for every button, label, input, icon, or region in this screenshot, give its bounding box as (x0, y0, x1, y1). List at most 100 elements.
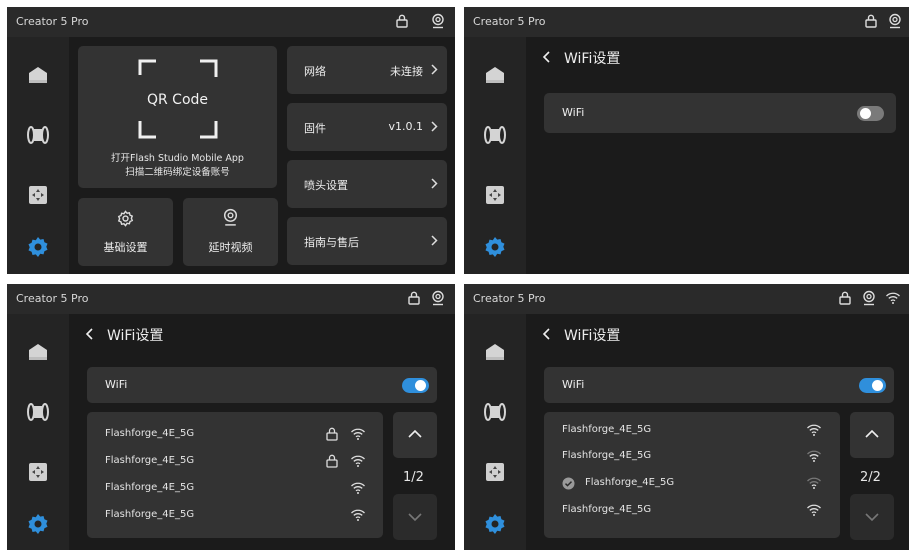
lock-icon[interactable] (394, 13, 410, 29)
page-up-button[interactable] (393, 412, 437, 458)
wifi-toggle-row[interactable]: WiFi (544, 367, 894, 403)
wifi-signal-icon (807, 477, 821, 489)
home-icon[interactable] (26, 340, 50, 364)
timelapse-button[interactable]: 延时视频 (183, 198, 278, 266)
camera-icon[interactable] (861, 290, 877, 306)
network-row[interactable]: Flashforge_4E_5G (87, 503, 383, 529)
move-control-icon[interactable] (26, 183, 50, 207)
wifi-list-page1-screen: Creator 5 Pro WiFi设置 WiFi Flashforge_4E_… (7, 284, 455, 550)
wifi-toggle-row[interactable]: WiFi (544, 93, 896, 133)
title-bar: Creator 5 Pro (7, 284, 455, 314)
back-arrow-icon[interactable] (540, 49, 554, 65)
page-title: WiFi设置 (107, 328, 164, 344)
wifi-toggle[interactable] (857, 106, 884, 121)
page-down-button[interactable] (393, 494, 437, 540)
gear-icon (117, 210, 134, 227)
move-control-icon[interactable] (483, 460, 507, 484)
network-row[interactable]: Flashforge_4E_5G (544, 444, 840, 470)
wifi-status-icon[interactable] (885, 290, 901, 306)
menu-network-value: 未连接 (390, 65, 423, 78)
sidebar (464, 37, 526, 274)
network-list: Flashforge_4E_5G Flashforge_4E_5G Flashf… (87, 412, 383, 538)
wifi-label: WiFi (562, 106, 585, 119)
lock-icon (326, 427, 338, 441)
sidebar (7, 37, 69, 274)
camera-icon[interactable] (430, 290, 446, 306)
camera-icon[interactable] (430, 13, 446, 29)
network-name: Flashforge_4E_5G (562, 424, 652, 435)
chevron-up-icon (408, 429, 422, 438)
back-arrow-icon[interactable] (83, 326, 97, 342)
wifi-signal-icon (351, 509, 365, 521)
menu-network[interactable]: 网络 未连接 (287, 46, 447, 94)
network-name: Flashforge_4E_5G (105, 482, 195, 493)
settings-gear-icon[interactable] (483, 512, 507, 536)
network-row[interactable]: Flashforge_4E_5G (544, 418, 840, 444)
page-down-button[interactable] (850, 494, 894, 540)
lock-icon[interactable] (863, 13, 879, 29)
wifi-toggle-row[interactable]: WiFi (87, 367, 437, 403)
network-name: Flashforge_4E_5G (562, 450, 652, 461)
wifi-toggle[interactable] (402, 378, 429, 393)
wifi-signal-icon (351, 428, 365, 440)
sidebar (464, 314, 526, 550)
qr-code-card[interactable]: QR Code 打开Flash Studio Mobile App 扫描二维码绑… (78, 46, 277, 188)
settings-gear-icon[interactable] (483, 235, 507, 259)
menu-guide-support[interactable]: 指南与售后 (287, 217, 447, 265)
lock-icon (326, 454, 338, 468)
chevron-right-icon (431, 178, 438, 189)
home-icon[interactable] (26, 63, 50, 87)
settings-gear-icon[interactable] (26, 512, 50, 536)
filament-icon[interactable] (26, 123, 50, 147)
chevron-down-icon (408, 513, 422, 522)
settings-gear-icon[interactable] (26, 235, 50, 259)
chevron-right-icon (431, 235, 438, 246)
network-row[interactable]: Flashforge_4E_5G (87, 449, 383, 475)
qr-hint-line1: 打开Flash Studio Mobile App (111, 153, 244, 164)
filament-icon[interactable] (483, 123, 507, 147)
menu-nozzle-label: 喷头设置 (304, 179, 348, 192)
chevron-up-icon (865, 429, 879, 438)
app-title: Creator 5 Pro (473, 292, 546, 305)
network-row[interactable]: Flashforge_4E_5G (544, 498, 840, 524)
lock-icon[interactable] (837, 290, 853, 306)
title-bar: Creator 5 Pro (464, 284, 909, 314)
chevron-down-icon (865, 513, 879, 522)
page-title: WiFi设置 (564, 51, 621, 67)
basic-settings-label: 基础设置 (103, 241, 148, 254)
back-arrow-icon[interactable] (540, 326, 554, 342)
wifi-signal-icon (807, 504, 821, 516)
wifi-label: WiFi (105, 378, 128, 391)
basic-settings-button[interactable]: 基础设置 (78, 198, 173, 266)
camera-icon[interactable] (887, 13, 903, 29)
network-row[interactable]: Flashforge_4E_5G (87, 422, 383, 448)
camera-icon (223, 208, 238, 226)
settings-screen: Creator 5 Pro QR Code 打开Flash Studio Mob… (7, 7, 455, 274)
wifi-signal-icon (351, 482, 365, 494)
page-up-button[interactable] (850, 412, 894, 458)
wifi-toggle[interactable] (859, 378, 886, 393)
page-title: WiFi设置 (564, 328, 621, 344)
network-name: Flashforge_4E_5G (105, 509, 195, 520)
main-content: WiFi设置 WiFi Flashforge_4E_5G Flashforge_… (526, 314, 909, 550)
app-title: Creator 5 Pro (16, 15, 89, 28)
chevron-right-icon (431, 121, 438, 132)
move-control-icon[interactable] (483, 183, 507, 207)
menu-nozzle-settings[interactable]: 喷头设置 (287, 160, 447, 208)
filament-icon[interactable] (483, 400, 507, 424)
move-control-icon[interactable] (26, 460, 50, 484)
home-icon[interactable] (483, 63, 507, 87)
filament-icon[interactable] (26, 400, 50, 424)
network-row-connected[interactable]: Flashforge_4E_5G (544, 471, 840, 497)
app-title: Creator 5 Pro (16, 292, 89, 305)
wifi-signal-icon (351, 455, 365, 467)
page-indicator: 1/2 (403, 470, 424, 485)
menu-firmware[interactable]: 固件 v1.0.1 (287, 103, 447, 151)
network-name: Flashforge_4E_5G (105, 455, 195, 466)
lock-icon[interactable] (406, 290, 422, 306)
network-row[interactable]: Flashforge_4E_5G (87, 476, 383, 502)
wifi-settings-off-screen: Creator 5 Pro WiFi设置 WiFi (464, 7, 909, 274)
timelapse-label: 延时视频 (208, 241, 253, 254)
title-bar: Creator 5 Pro (7, 7, 455, 37)
home-icon[interactable] (483, 340, 507, 364)
